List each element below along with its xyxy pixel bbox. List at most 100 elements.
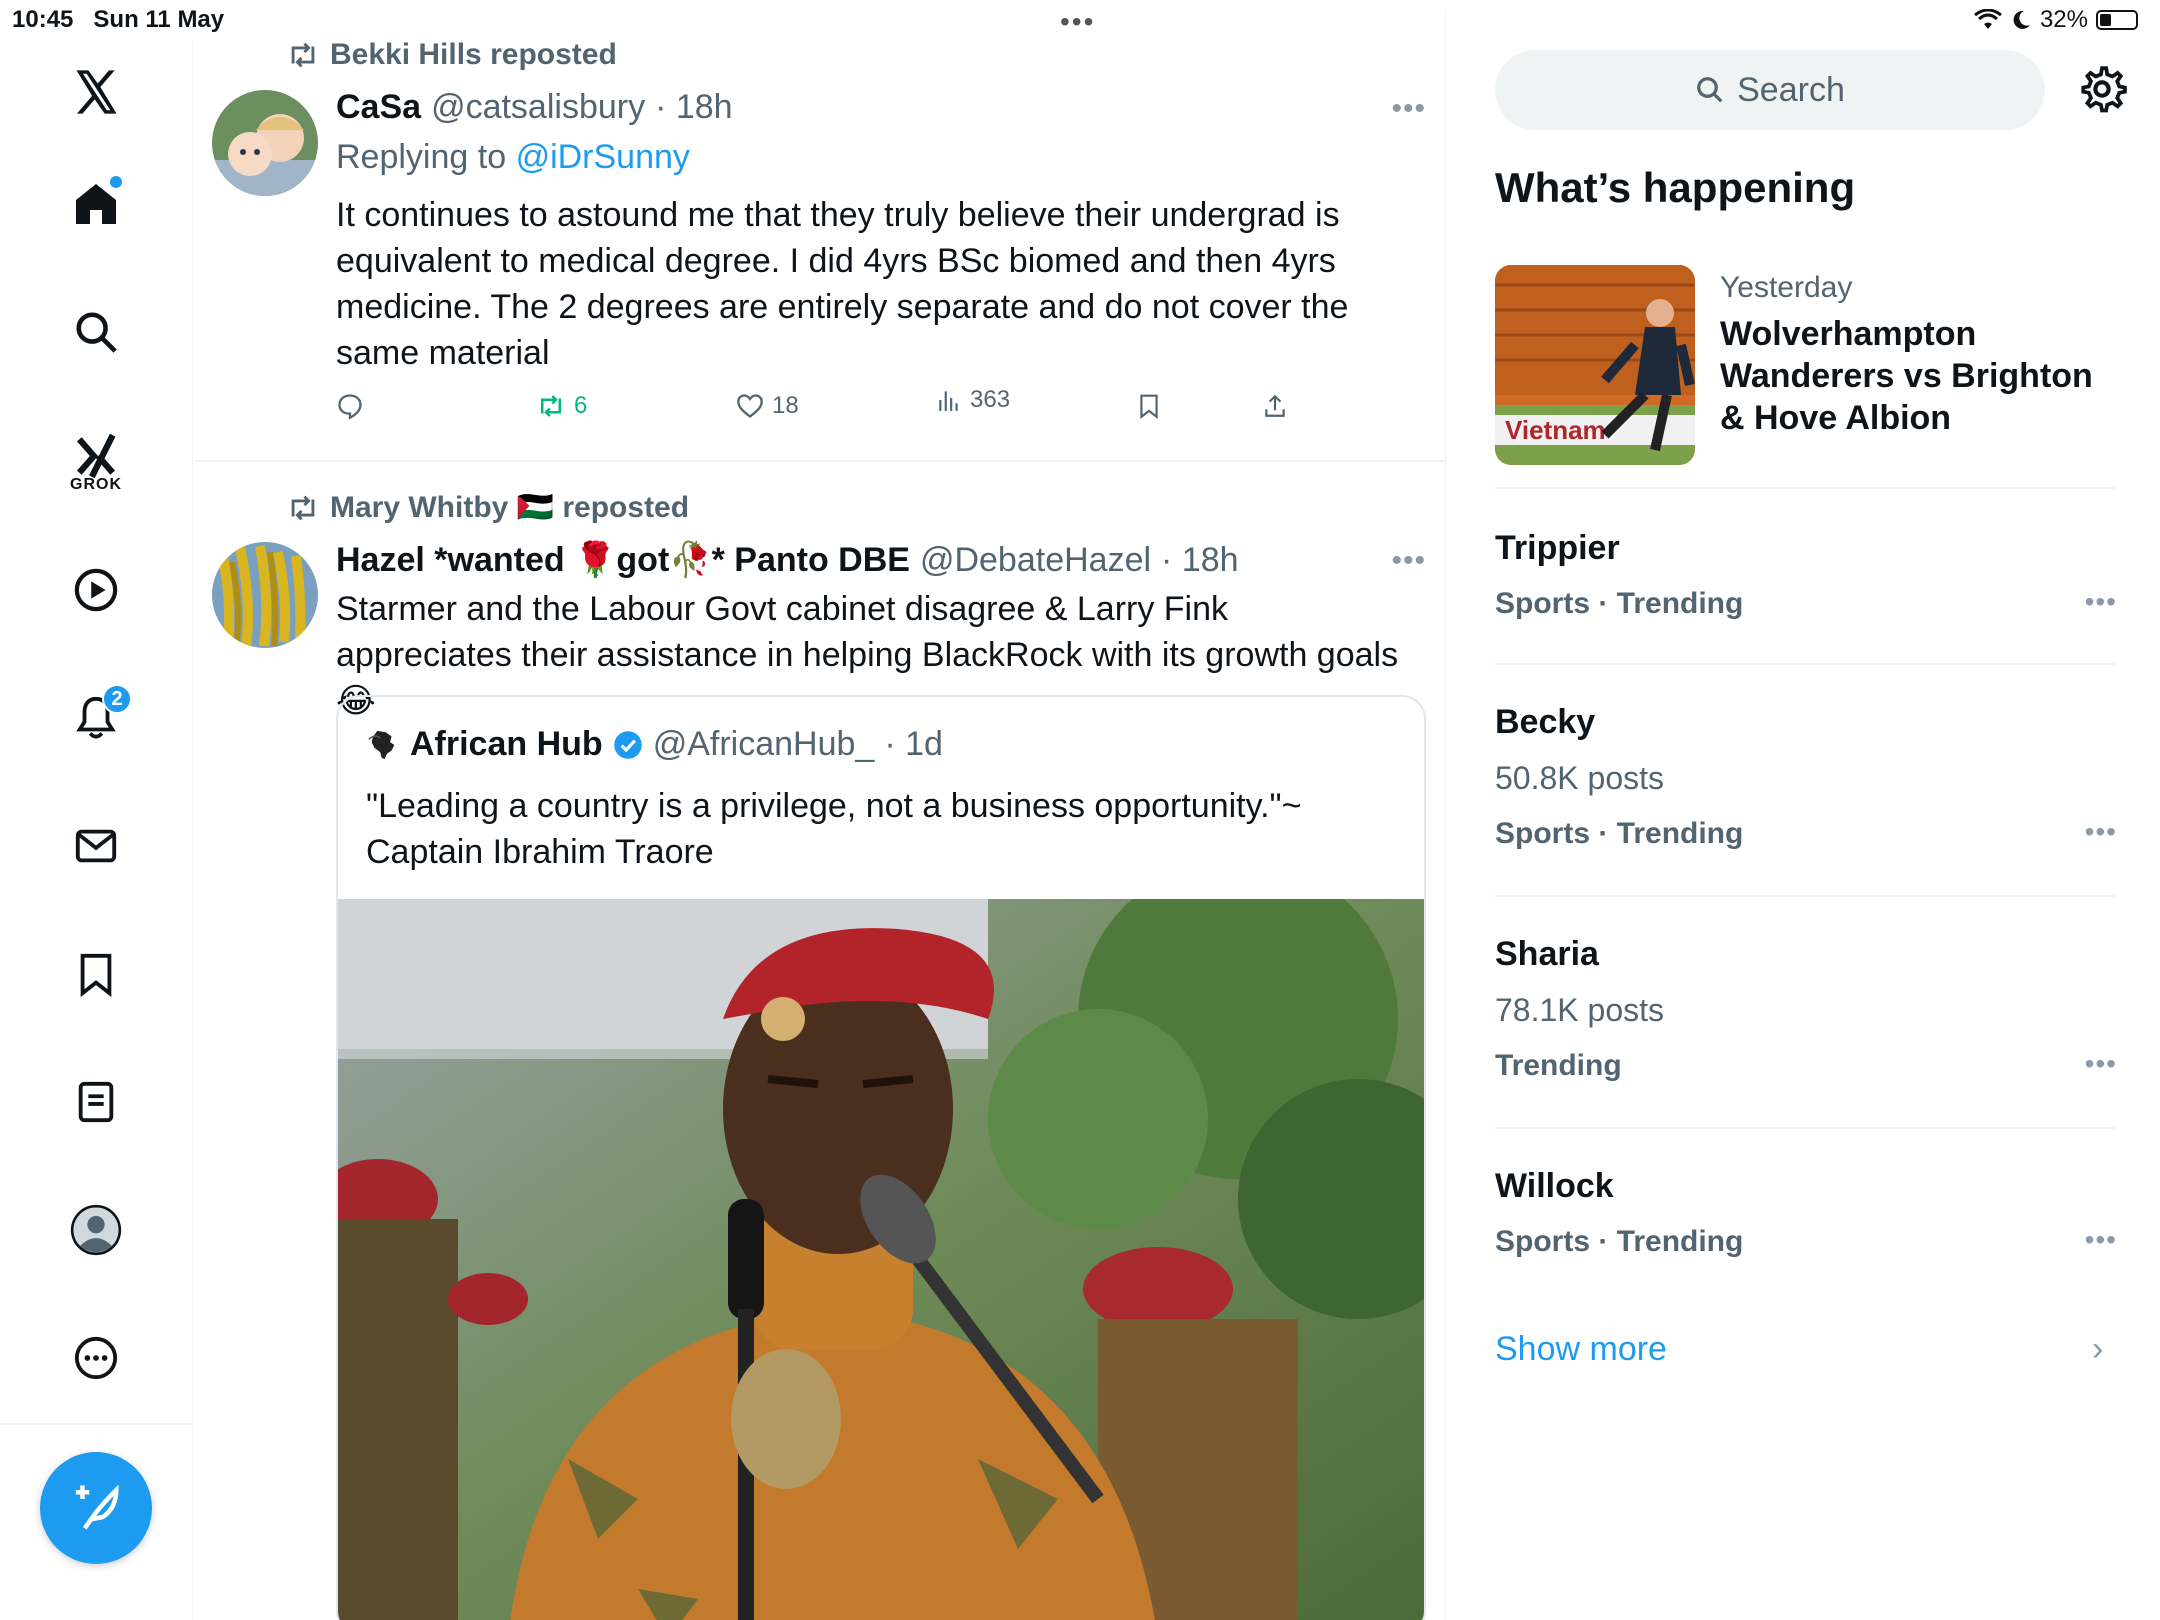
action-bar: 6 18 363 (336, 386, 1336, 432)
more-options-icon[interactable]: ••• (2085, 816, 2117, 848)
repost-icon (541, 395, 561, 417)
trend-posts: 50.8K posts (1495, 760, 1664, 796)
trend-thumbnail: Vietnam (1495, 265, 1695, 465)
post-header: CaSa @catsalisbury · 18h (336, 88, 733, 127)
handle[interactable]: @AfricanHub_ (653, 725, 875, 764)
battery-icon (2096, 10, 2138, 30)
mail-icon (75, 829, 117, 863)
left-nav: GROK 2 (0, 40, 193, 1620)
post-casa[interactable]: Bekki Hills reposted CaSa @catsalisbury … (194, 10, 1446, 462)
more-circle-icon (74, 1336, 118, 1380)
search-icon (76, 312, 117, 353)
bookmark-icon (80, 953, 112, 997)
repost-label: Mary Whitby 🇵🇸 reposted (330, 491, 690, 524)
post-header: Hazel *wanted 🌹got🥀* Panto DBE @DebateHa… (336, 540, 1239, 580)
repost-context: Mary Whitby 🇵🇸 reposted (286, 490, 689, 525)
more-options-icon[interactable]: ••• (1391, 92, 1426, 126)
avatar[interactable] (212, 542, 318, 648)
search-input[interactable]: Search (1495, 50, 2045, 130)
status-right: 32% (1974, 6, 2138, 34)
status-time: 10:45 Sun 11 May (12, 6, 224, 34)
nav-home[interactable] (58, 166, 134, 242)
views-icon (939, 391, 958, 411)
repost-label: Bekki Hills reposted (330, 38, 617, 71)
quoted-post[interactable]: African Hub @AfricanHub_ · 1d "Leading a… (336, 695, 1426, 1620)
nav-profile[interactable] (58, 1192, 134, 1268)
trend-name: Willock (1495, 1167, 1614, 1205)
more-options-icon[interactable]: ••• (2085, 1224, 2117, 1256)
quote-avatar-icon[interactable] (366, 728, 400, 762)
x-logo-icon[interactable] (58, 54, 134, 130)
show-more-link[interactable]: Show more (1495, 1330, 1667, 1369)
nav-search[interactable] (58, 294, 134, 370)
display-name[interactable]: Hazel *wanted 🌹got🥀* Panto DBE (336, 540, 910, 580)
share-button[interactable] (1262, 392, 1288, 420)
timeline: Bekki Hills reposted CaSa @catsalisbury … (194, 10, 1446, 1620)
trend-name: Becky (1495, 703, 1596, 741)
trend-divider (1495, 663, 2117, 665)
trend-item[interactable]: Sharia 78.1K posts Trending ••• (1495, 934, 2117, 1086)
notifications-badge: 2 (102, 684, 132, 714)
thumb-text: Vietnam (1505, 415, 1606, 445)
like-button[interactable]: 18 (736, 392, 799, 420)
quote-header: African Hub @AfricanHub_ · 1d (366, 725, 943, 764)
handle[interactable]: @catsalisbury (431, 88, 645, 127)
battery-percent: 32% (2039, 6, 2088, 33)
compose-button[interactable] (40, 1452, 152, 1564)
repost-context: Bekki Hills reposted (286, 38, 617, 72)
timestamp[interactable]: · 1d (884, 725, 943, 764)
replying-label: Replying to (336, 138, 507, 176)
trend-name: Sharia (1495, 935, 1599, 973)
timestamp[interactable]: · 18h (1161, 541, 1239, 580)
more-options-icon[interactable]: ••• (2085, 586, 2117, 618)
nav-messages[interactable] (58, 808, 134, 884)
reply-button[interactable] (336, 392, 364, 420)
trend-category: Sports · Trending (1495, 587, 1744, 620)
search-icon (1697, 77, 1723, 103)
nav-lists[interactable] (58, 1064, 134, 1140)
quote-media-image[interactable] (338, 899, 1424, 1620)
trend-category: Trending (1495, 1049, 1622, 1082)
nav-grok[interactable]: GROK (58, 418, 134, 494)
settings-gear-icon[interactable] (2077, 64, 2127, 114)
nav-more[interactable] (58, 1320, 134, 1396)
share-icon (1265, 394, 1285, 417)
trend-name: Trippier (1495, 529, 1620, 567)
play-circle-icon (74, 568, 118, 612)
more-options-icon[interactable]: ••• (2085, 1048, 2117, 1080)
view-count: 363 (970, 386, 1011, 413)
trend-item[interactable]: Willock Sports · Trending ••• (1495, 1166, 2117, 1262)
repost-button[interactable]: 6 (536, 392, 587, 420)
trend-item[interactable]: Becky 50.8K posts Sports · Trending ••• (1495, 702, 2117, 854)
more-options-icon[interactable]: ••• (1391, 544, 1426, 578)
quote-text: "Leading a country is a privilege, not a… (366, 787, 1302, 871)
mention-link[interactable]: @iDrSunny (516, 138, 690, 176)
views-button[interactable]: 363 (936, 386, 1010, 414)
repost-icon (291, 42, 315, 68)
handle[interactable]: @DebateHazel (920, 541, 1151, 580)
timestamp[interactable]: · 18h (655, 88, 733, 127)
repost-icon (291, 495, 315, 520)
bookmark-button[interactable] (1136, 392, 1162, 420)
display-name[interactable]: African Hub (410, 725, 603, 764)
featured-trend[interactable]: Vietnam Yesterday Wolverhampton Wanderer… (1495, 265, 2115, 465)
trend-category: Sports · Trending (1495, 1225, 1744, 1258)
wifi-icon (1974, 9, 2002, 29)
display-name[interactable]: CaSa (336, 88, 421, 127)
avatar[interactable] (212, 90, 318, 196)
bookmark-icon (1140, 394, 1158, 420)
trend-title: Wolverhampton Wanderers vs Brighton & Ho… (1720, 315, 2093, 437)
nav-notifications[interactable]: 2 (58, 680, 134, 756)
search-placeholder: Search (1737, 70, 1845, 109)
trend-divider (1495, 1127, 2117, 1129)
trend-posts: 78.1K posts (1495, 992, 1664, 1028)
nav-bookmarks[interactable] (58, 936, 134, 1012)
trend-item[interactable]: Trippier Sports · Trending ••• (1495, 528, 2117, 624)
nav-videos[interactable] (58, 552, 134, 628)
profile-avatar-icon (70, 1204, 122, 1256)
repost-count: 6 (574, 392, 588, 419)
verified-badge-icon (613, 730, 642, 759)
trend-divider (1495, 895, 2117, 897)
post-text: It continues to astound me that they tru… (336, 196, 1349, 372)
replying-to: Replying to @iDrSunny (336, 138, 690, 177)
